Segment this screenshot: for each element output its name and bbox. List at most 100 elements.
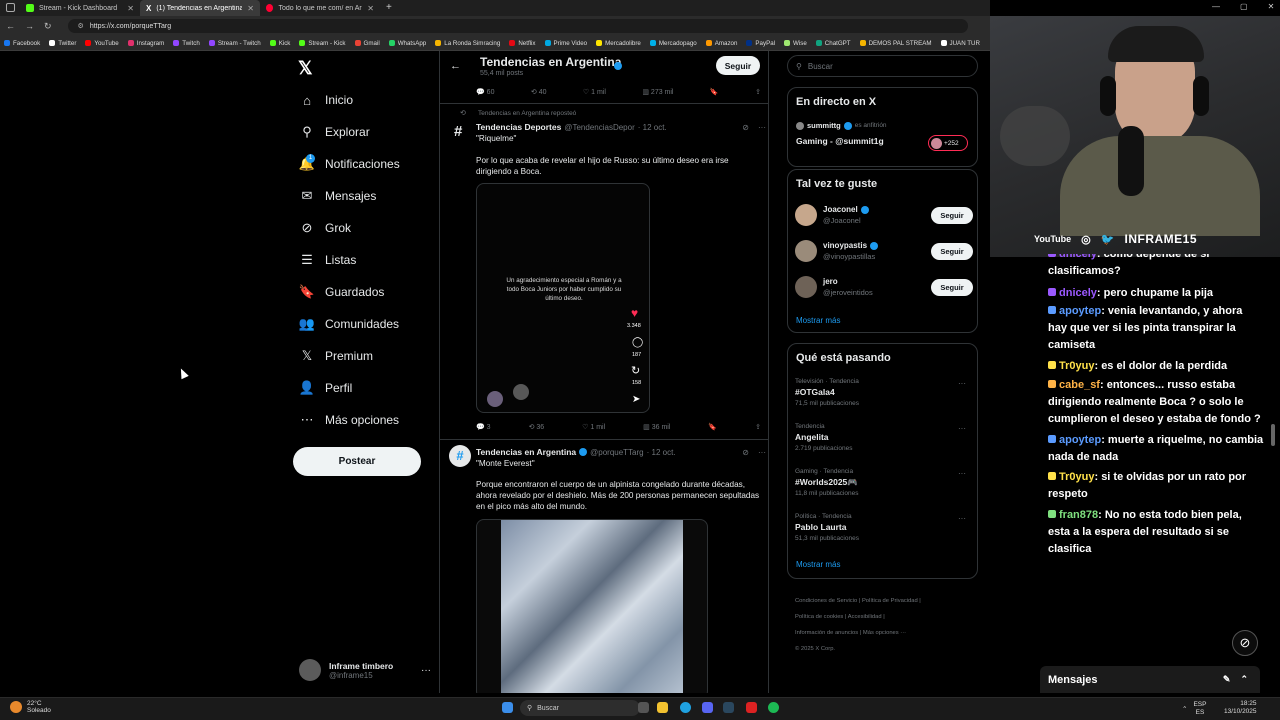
tab-kick-dashboard[interactable]: Stream - Kick Dashboard ✕ [20, 0, 140, 16]
like-button[interactable]: ♡ 1 mil [582, 423, 605, 431]
more-icon[interactable]: ··· [758, 448, 766, 457]
discord-icon[interactable] [702, 702, 713, 713]
nav-item-grok[interactable]: ⊘ Grok [300, 212, 351, 244]
bookmark-item[interactable]: Kick [269, 40, 290, 47]
chat-username[interactable]: fran878 [1059, 509, 1098, 521]
taskbar-search[interactable]: ⚲ Buscar [520, 700, 640, 716]
live-host[interactable]: summittg es anfitrión [796, 121, 887, 130]
share-icon[interactable]: ⇪ [755, 88, 761, 96]
post-button[interactable]: Postear [293, 447, 421, 476]
bookmark-item[interactable]: Netflix [509, 40, 536, 47]
more-icon[interactable]: ··· [958, 468, 966, 479]
tweet-date[interactable]: · 12 oct. [647, 448, 676, 457]
bookmark-item[interactable]: ChatGPT [815, 40, 851, 47]
nav-item-perfil[interactable]: 👤 Perfil [299, 372, 352, 404]
bookmark-item[interactable]: Prime Video [544, 40, 587, 47]
footer-link[interactable]: Política de cookies [795, 614, 843, 620]
follow-button[interactable]: Seguir [716, 56, 760, 75]
share-icon[interactable]: ⇪ [755, 423, 761, 431]
bookmark-item[interactable]: Mercadolibre [596, 40, 641, 47]
task-view-icon[interactable] [638, 702, 649, 713]
close-tab-icon[interactable]: ✕ [247, 4, 254, 13]
maximize-icon[interactable]: ▢ [1240, 2, 1248, 11]
grok-icon[interactable]: ⊘ [742, 448, 749, 457]
repost-button[interactable]: ⟲ 36 [529, 423, 545, 431]
tab-x-tendencias[interactable]: X (1) Tendencias en Argentina (@p... ✕ [140, 0, 260, 16]
tweet-handle[interactable]: @TendenciasDepor [564, 123, 634, 132]
tweet-author[interactable]: Tendencias en Argentina [476, 447, 576, 457]
chat-username[interactable]: Tr0yuy [1059, 471, 1094, 483]
grok-icon[interactable]: ⊘ [742, 123, 749, 132]
bookmark-item[interactable]: Instagram [127, 40, 164, 47]
like-button[interactable]: ♡ 1 mil [583, 88, 606, 96]
eye-off-icon[interactable]: ⊘ [1232, 630, 1258, 656]
keyboard-language[interactable]: ESP [1193, 701, 1206, 709]
suggested-user[interactable]: Joaconel @Joaconel Seguir [795, 200, 973, 230]
trend-item[interactable]: Tendencia Angelita 2.719 publicaciones ··· [795, 421, 970, 454]
send-icon[interactable]: ➤ [632, 394, 640, 405]
x-logo-icon[interactable]: 𝕏 [298, 58, 313, 79]
browser-menu-icon[interactable] [6, 3, 15, 12]
nav-item-listas[interactable]: ☰ Listas [300, 244, 356, 276]
search-input[interactable]: ⚲ Buscar [787, 55, 978, 77]
bookmark-item[interactable]: Stream - Twitch [208, 40, 261, 47]
bookmark-item[interactable]: DEMOS PAL STREAM [859, 40, 932, 47]
chevron-up-icon[interactable]: ⌃ [1182, 705, 1187, 713]
bookmark-item[interactable]: Amazon [705, 40, 737, 47]
chat-username[interactable]: cabe_sf [1059, 379, 1100, 391]
close-window-icon[interactable]: ✕ [1268, 2, 1275, 11]
messages-panel[interactable]: Mensajes ✎ ⌃ [1040, 666, 1260, 693]
tweet-handle[interactable]: @porqueTTarg [590, 448, 643, 457]
minimize-icon[interactable]: — [1212, 2, 1220, 11]
tweet-video[interactable]: Un agradecimiento especial a Román y a t… [476, 183, 650, 413]
nav-item-explorar[interactable]: ⚲ Explorar [300, 116, 369, 148]
site-info-icon[interactable]: ⚙ [78, 22, 84, 30]
chat-username[interactable]: dnicely [1059, 287, 1097, 299]
repost-button[interactable]: ⟲ 40 [531, 88, 547, 96]
chat-username[interactable]: apoytep [1059, 434, 1101, 446]
listener-badge[interactable]: +252 [928, 135, 968, 151]
chat-username[interactable]: Tr0yuy [1059, 360, 1094, 372]
bookmark-item[interactable]: Gmail [354, 40, 380, 47]
url-field[interactable]: ⚙ https://x.com/porqueTTarg [67, 19, 968, 33]
trend-item[interactable]: Televisión · Tendencia #OTGala4 71,5 mil p… [795, 376, 970, 409]
account-switcher[interactable]: Inframe timbero @inframe15 ··· [299, 656, 431, 684]
bookmark-item[interactable]: La Ronda Simracing [435, 40, 500, 47]
follow-button[interactable]: Seguir [931, 206, 973, 224]
nav-item-comunidades[interactable]: 👥 Comunidades [299, 308, 399, 340]
follow-button[interactable]: Seguir [931, 242, 973, 260]
scrollbar[interactable] [1271, 424, 1275, 446]
nav-item-notificaciones[interactable]: 🔔 Notificaciones [299, 148, 400, 180]
bookmark-item[interactable]: PayPal [746, 40, 775, 47]
footer-link[interactable]: Condiciones de Servicio [795, 598, 857, 604]
edge-icon[interactable] [680, 702, 691, 713]
nav-item-guardados[interactable]: 🔖 Guardados [299, 276, 384, 308]
tab-youtube[interactable]: Todo lo que me com/ en Argentin... ✕ [260, 0, 380, 16]
clock[interactable]: 18:25 13/10/2025 [1224, 700, 1257, 716]
nav-item-mas-opciones[interactable]: ⋯ Más opciones [300, 404, 400, 436]
nav-item-inicio[interactable]: ⌂ Inicio [300, 84, 353, 116]
comment-icon[interactable]: ◯ [632, 337, 643, 348]
footer-link[interactable]: Accesibilidad [848, 614, 882, 620]
tweet-author[interactable]: Tendencias Deportes [476, 122, 561, 132]
spotify-icon[interactable] [768, 702, 779, 713]
close-tab-icon[interactable]: ✕ [127, 4, 134, 13]
footer-link[interactable]: Información de anuncios [795, 630, 858, 636]
follow-button[interactable]: Seguir [931, 278, 973, 296]
suggested-user[interactable]: jero @jeroveintidos Seguir [795, 272, 973, 302]
more-icon[interactable]: ··· [958, 378, 966, 389]
steam-icon[interactable] [723, 702, 734, 713]
trend-item[interactable]: Política · Tendencia Pablo Laurta 51,3 mil… [795, 511, 970, 544]
windows-start-icon[interactable] [502, 702, 513, 713]
more-icon[interactable]: ··· [758, 123, 766, 132]
back-arrow-icon[interactable]: ← [450, 60, 461, 72]
bookmark-item[interactable]: Facebook [4, 40, 40, 47]
new-tab-button[interactable]: + [386, 2, 392, 13]
bookmark-item[interactable]: Stream - Kick [299, 40, 346, 47]
suggested-user[interactable]: vinoypastis @vinoypastillas Seguir [795, 236, 973, 266]
back-arrow-icon[interactable]: ← [6, 21, 15, 31]
more-icon[interactable]: ··· [958, 423, 966, 434]
chevron-up-icon[interactable]: ⌃ [1240, 674, 1248, 685]
trend-item[interactable]: Gaming · Tendencia #Worlds2025🎮 11,8 mil p… [795, 466, 970, 499]
close-tab-icon[interactable]: ✕ [367, 4, 374, 13]
